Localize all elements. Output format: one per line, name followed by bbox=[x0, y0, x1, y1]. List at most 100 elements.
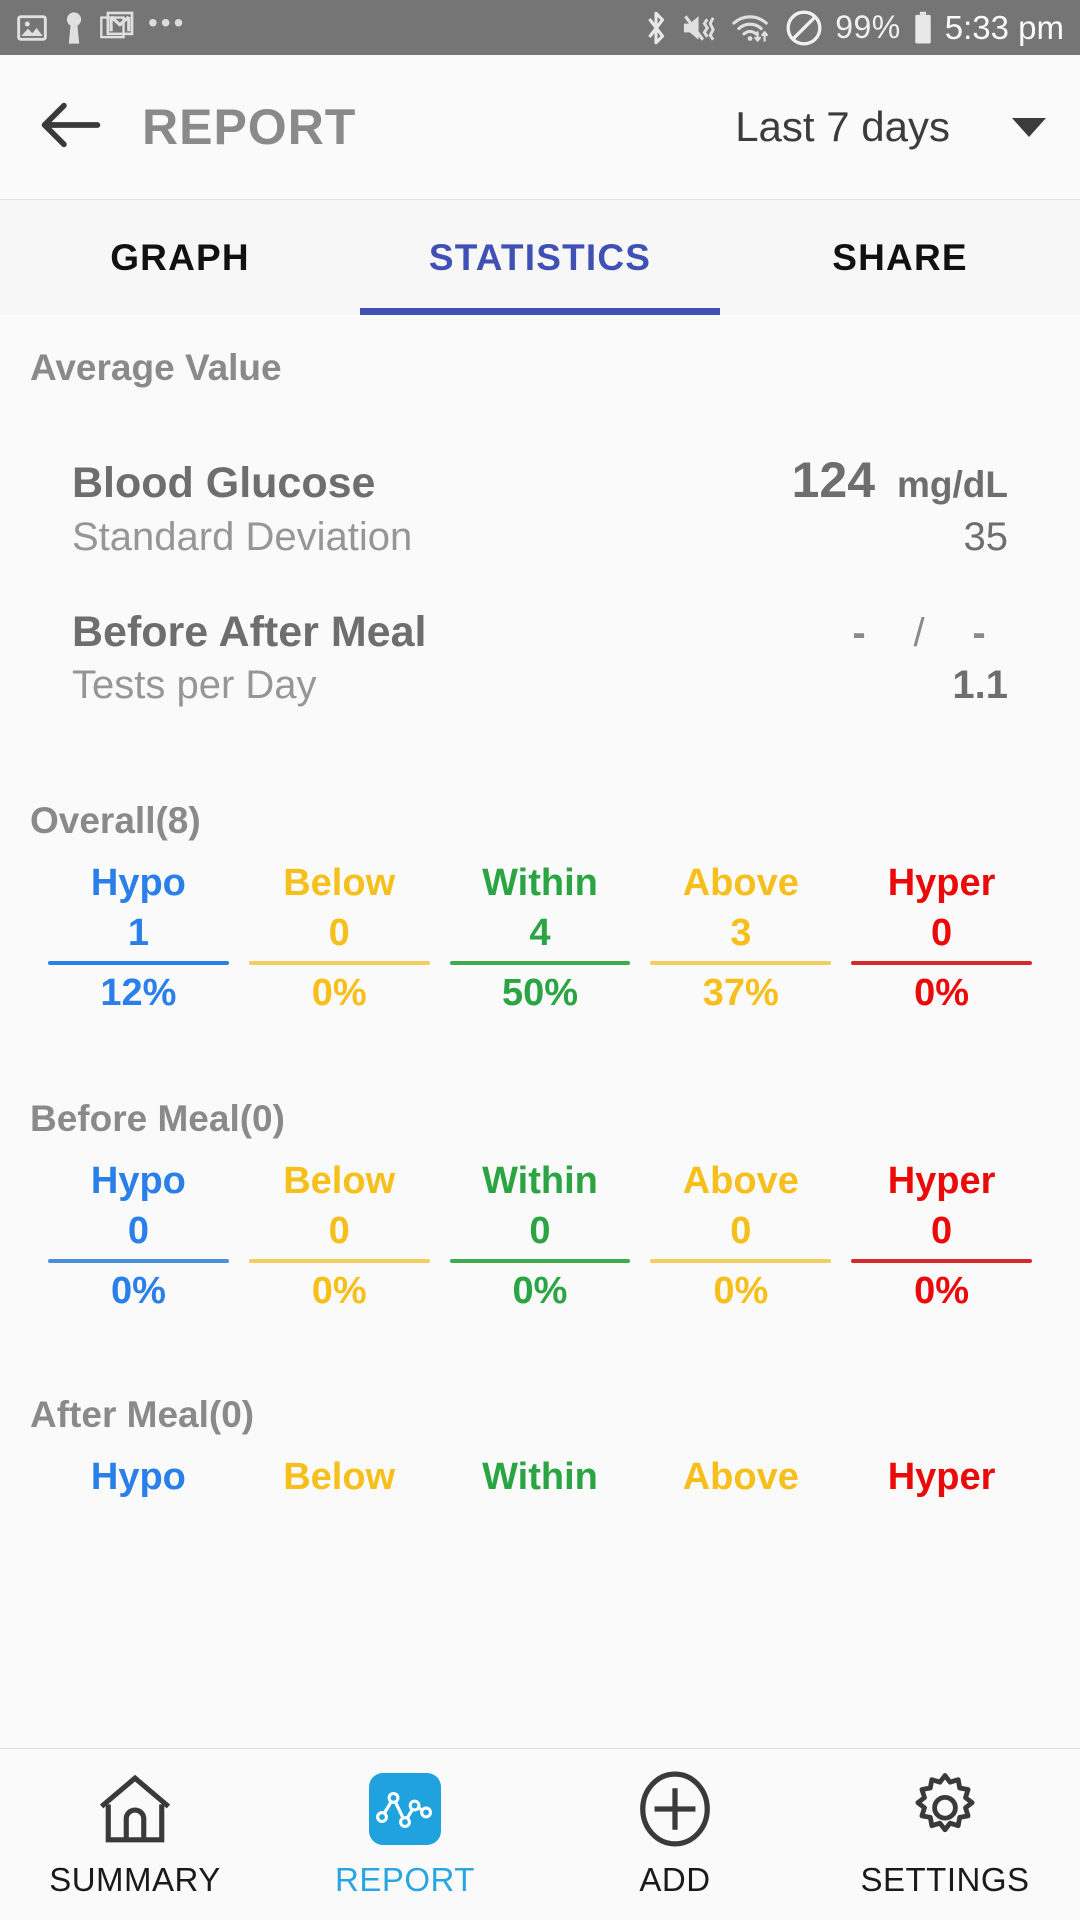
report-chart-icon bbox=[369, 1771, 441, 1847]
before-meal-average-value: - bbox=[830, 611, 888, 656]
tests-per-day-label: Tests per Day bbox=[72, 663, 317, 708]
stat-label-above: Above bbox=[683, 860, 799, 908]
stat-percent-within: 50% bbox=[502, 969, 578, 1018]
gmail-icon bbox=[100, 11, 134, 45]
tab-statistics-label: STATISTICS bbox=[429, 237, 651, 279]
stat-label-above: Above bbox=[683, 1454, 799, 1502]
tab-graph-label: GRAPH bbox=[110, 237, 250, 279]
tab-bar: GRAPH STATISTICS SHARE bbox=[0, 200, 1080, 315]
stat-rule-hyper bbox=[851, 1259, 1032, 1263]
date-range-selector[interactable]: Last 7 days bbox=[735, 103, 1046, 151]
before-meal-stat-grid: Hypo 0 0% Below 0 0% Within 0 0% Above 0 bbox=[0, 1158, 1080, 1316]
person-icon bbox=[62, 11, 86, 45]
stat-col-hyper: Hyper bbox=[841, 1454, 1042, 1502]
back-button[interactable] bbox=[34, 90, 108, 164]
stat-label-within: Within bbox=[482, 860, 598, 908]
chevron-down-icon bbox=[1012, 118, 1046, 137]
bottom-navigation-bar: SUMMARY REPORT bbox=[0, 1748, 1080, 1920]
nav-item-settings[interactable]: SETTINGS bbox=[810, 1771, 1080, 1899]
stat-label-within: Within bbox=[482, 1454, 598, 1502]
clock-time: 5:33 pm bbox=[945, 9, 1064, 47]
stat-count-hyper: 0 bbox=[931, 1206, 952, 1257]
nav-item-add[interactable]: ADD bbox=[540, 1771, 810, 1899]
tab-share[interactable]: SHARE bbox=[720, 200, 1080, 315]
nav-label-report: REPORT bbox=[335, 1861, 475, 1899]
wifi-icon bbox=[731, 11, 773, 45]
stat-rule-hyper bbox=[851, 961, 1032, 965]
nav-item-summary[interactable]: SUMMARY bbox=[0, 1771, 270, 1899]
nav-item-report[interactable]: REPORT bbox=[270, 1771, 540, 1899]
before-meal-heading: Before Meal(0) bbox=[0, 1098, 1080, 1140]
stat-col-hypo: Hypo bbox=[38, 1454, 239, 1502]
stat-rule-below bbox=[249, 961, 430, 965]
stat-label-below: Below bbox=[283, 1158, 395, 1206]
after-meal-heading: After Meal(0) bbox=[0, 1394, 1080, 1436]
stat-percent-within: 0% bbox=[513, 1267, 568, 1316]
stat-col-hyper: Hyper 0 0% bbox=[841, 1158, 1042, 1316]
overall-heading: Overall(8) bbox=[0, 800, 1080, 842]
stat-col-within: Within bbox=[440, 1454, 641, 1502]
overflow-dots-icon: ••• bbox=[148, 9, 186, 47]
before-after-meal-label: Before After Meal bbox=[72, 608, 426, 657]
stat-label-below: Below bbox=[283, 1454, 395, 1502]
stat-col-within: Within 4 50% bbox=[440, 860, 641, 1018]
stat-percent-hypo: 12% bbox=[100, 969, 176, 1018]
stat-rule-above bbox=[650, 1259, 831, 1263]
average-value-block: Blood Glucose 124 mg/dL Standard Deviati… bbox=[0, 389, 1080, 708]
date-range-label: Last 7 days bbox=[735, 103, 950, 151]
standard-deviation-row: Standard Deviation 35 bbox=[72, 515, 1008, 560]
stat-rule-hypo bbox=[48, 1259, 229, 1263]
stat-percent-hypo: 0% bbox=[111, 1267, 166, 1316]
stat-label-hyper: Hyper bbox=[888, 860, 996, 908]
status-bar: ••• 99% 5:33 pm bbox=[0, 0, 1080, 55]
stat-label-below: Below bbox=[283, 860, 395, 908]
app-bar: REPORT Last 7 days bbox=[0, 55, 1080, 200]
stat-label-within: Within bbox=[482, 1158, 598, 1206]
stat-count-hypo: 1 bbox=[128, 908, 149, 959]
stat-percent-below: 0% bbox=[312, 969, 367, 1018]
plus-circle-icon bbox=[638, 1771, 712, 1847]
nav-label-add: ADD bbox=[639, 1861, 710, 1899]
mute-vibrate-icon bbox=[681, 11, 719, 45]
stat-count-below: 0 bbox=[329, 908, 350, 959]
stat-label-hypo: Hypo bbox=[91, 1454, 186, 1502]
stat-label-hypo: Hypo bbox=[91, 1158, 186, 1206]
blood-glucose-unit: mg/dL bbox=[897, 464, 1008, 506]
stat-count-above: 0 bbox=[730, 1206, 751, 1257]
after-meal-stat-grid: Hypo Below Within Above Hyper bbox=[0, 1454, 1080, 1502]
stat-col-hypo: Hypo 1 12% bbox=[38, 860, 239, 1018]
tab-graph[interactable]: GRAPH bbox=[0, 200, 360, 315]
stat-count-hyper: 0 bbox=[931, 908, 952, 959]
home-icon bbox=[96, 1771, 174, 1847]
stat-label-hyper: Hyper bbox=[888, 1158, 996, 1206]
stat-col-hypo: Hypo 0 0% bbox=[38, 1158, 239, 1316]
stat-col-within: Within 0 0% bbox=[440, 1158, 641, 1316]
standard-deviation-value: 35 bbox=[964, 515, 1009, 560]
stat-col-below: Below 0 0% bbox=[239, 860, 440, 1018]
battery-percent: 99% bbox=[835, 9, 901, 46]
average-value-heading: Average Value bbox=[0, 347, 1080, 389]
stat-count-hypo: 0 bbox=[128, 1206, 149, 1257]
after-meal-average-value: - bbox=[950, 611, 1008, 656]
before-after-separator: / bbox=[888, 611, 950, 656]
stat-percent-above: 0% bbox=[713, 1267, 768, 1316]
stat-count-within: 0 bbox=[529, 1206, 550, 1257]
nav-label-settings: SETTINGS bbox=[860, 1861, 1029, 1899]
blood-glucose-row: Blood Glucose 124 mg/dL bbox=[72, 451, 1008, 509]
stat-count-within: 4 bbox=[529, 908, 550, 959]
stat-rule-within bbox=[450, 1259, 631, 1263]
status-bar-left-icons: ••• bbox=[16, 9, 186, 47]
stat-percent-above: 37% bbox=[703, 969, 779, 1018]
stat-col-above: Above 3 37% bbox=[640, 860, 841, 1018]
bluetooth-icon bbox=[643, 10, 669, 46]
blood-glucose-label: Blood Glucose bbox=[72, 459, 375, 508]
stat-percent-hyper: 0% bbox=[914, 1267, 969, 1316]
statistics-content: Average Value Blood Glucose 124 mg/dL St… bbox=[0, 315, 1080, 1748]
tab-statistics[interactable]: STATISTICS bbox=[360, 200, 720, 315]
app-screen: ••• 99% 5:33 pm bbox=[0, 0, 1080, 1920]
standard-deviation-label: Standard Deviation bbox=[72, 515, 412, 560]
stat-rule-hypo bbox=[48, 961, 229, 965]
nav-label-summary: SUMMARY bbox=[49, 1861, 221, 1899]
stat-label-above: Above bbox=[683, 1158, 799, 1206]
stat-rule-below bbox=[249, 1259, 430, 1263]
